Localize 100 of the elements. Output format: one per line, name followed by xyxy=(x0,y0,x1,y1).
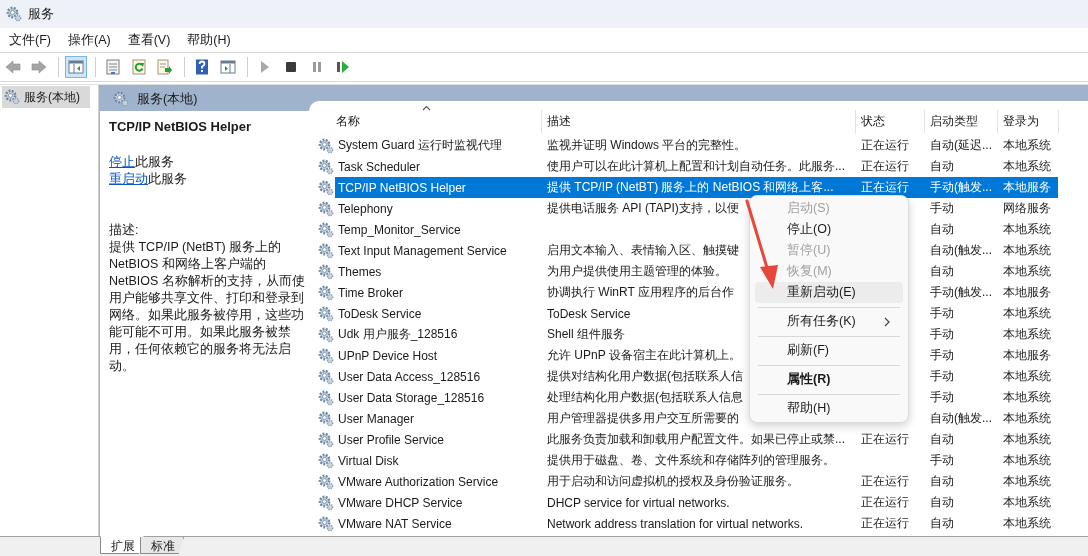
menu-item[interactable]: 停止(O) xyxy=(755,219,903,240)
service-name[interactable]: Temp_Monitor_Service xyxy=(335,219,541,240)
service-name[interactable]: Virtual Disk xyxy=(335,450,541,471)
service-name[interactable]: VMware Authorization Service xyxy=(335,471,541,492)
service-description: 使用户可以在此计算机上配置和计划自动任务。此服务... xyxy=(547,158,845,175)
tree-item[interactable]: 服务(本地) xyxy=(2,86,90,108)
startup-type: 自动 xyxy=(930,473,954,490)
service-description: 监视并证明 Windows 平台的完整性。 xyxy=(547,137,747,154)
gear-icon xyxy=(318,431,334,448)
menu-item[interactable]: 刷新(F) xyxy=(755,340,903,361)
service-name[interactable]: User Data Storage_128516 xyxy=(335,387,541,408)
service-name[interactable]: System Guard 运行时监视代理 xyxy=(335,135,541,156)
gear-icon xyxy=(318,452,334,469)
startup-type: 自动(触发... xyxy=(930,410,992,427)
menu-item[interactable]: 帮助(H) xyxy=(181,31,237,49)
service-name[interactable]: User Manager xyxy=(335,408,541,429)
service-name[interactable]: Themes xyxy=(335,261,541,282)
service-description: ToDesk Service xyxy=(547,306,631,321)
refresh-icon xyxy=(131,59,147,75)
description-text: 提供 TCP/IP (NetBT) 服务上的 NetBIOS 和网络上客户端的 NetBIOS 名称解析的支持，从而使用户能够共享文件、打印和登录到网络。如果此服务被停用，这些功能可能不可用。如果此服务被禁用，任何依赖它的服务将无法启动。 xyxy=(109,239,305,375)
gear-icon xyxy=(6,6,22,22)
service-description: 提供对结构化用户数据(包括联系人信 xyxy=(547,368,743,385)
startup-type: 自动 xyxy=(930,263,954,280)
service-name[interactable]: User Profile Service xyxy=(335,429,541,450)
startup-type: 手动 xyxy=(930,305,954,322)
service-status: 正在运行 xyxy=(861,431,909,448)
gear-icon xyxy=(318,158,334,175)
gear-icon xyxy=(318,305,334,322)
service-description: 用户管理器提供多用户交互所需要的 xyxy=(547,410,739,427)
menu-item[interactable]: 所有任务(K) xyxy=(755,311,903,332)
action-sentence: 重启动此服务 xyxy=(109,171,188,188)
menu-item[interactable]: 操作(A) xyxy=(61,31,117,49)
menu-item[interactable]: 属性(R) xyxy=(755,369,903,390)
menu-item[interactable]: 文件(F) xyxy=(3,31,57,49)
logon-account: 本地系统 xyxy=(1003,473,1051,490)
gear-icon xyxy=(318,410,334,427)
resume-icon xyxy=(335,59,351,75)
startup-type: 手动 xyxy=(930,368,954,385)
service-description: 为用户提供使用主题管理的体验。 xyxy=(547,263,727,280)
startup-type: 自动 xyxy=(930,494,954,511)
service-description: 处理结构化用户数据(包括联系人信息 xyxy=(547,389,743,406)
startup-type: 自动 xyxy=(930,221,954,238)
pane-title: 服务(本地) xyxy=(137,90,198,108)
service-name[interactable]: Task Scheduler xyxy=(335,156,541,177)
logon-account: 本地系统 xyxy=(1003,242,1051,259)
service-status: 正在运行 xyxy=(861,158,909,175)
service-status: 正在运行 xyxy=(861,515,909,532)
logon-account: 本地服务 xyxy=(1003,347,1051,364)
menu-item[interactable]: 重新启动(E) xyxy=(755,282,903,303)
action-link[interactable]: 停止 xyxy=(109,155,135,169)
gear-icon xyxy=(318,389,334,406)
service-name[interactable]: Udk 用户服务_128516 xyxy=(335,324,541,345)
service-name[interactable]: VMware DHCP Service xyxy=(335,492,541,513)
service-name[interactable]: UPnP Device Host xyxy=(335,345,541,366)
gear-icon xyxy=(318,284,334,301)
column-header[interactable]: 登录为 xyxy=(998,110,1059,133)
logon-account: 本地系统 xyxy=(1003,326,1051,343)
service-name[interactable]: Telephony xyxy=(335,198,541,219)
startup-type: 自动 xyxy=(930,158,954,175)
menu-item[interactable]: 查看(V) xyxy=(121,31,177,49)
startup-type: 自动(延迟... xyxy=(930,137,992,154)
startup-type: 手动 xyxy=(930,326,954,343)
service-name[interactable]: VMware NAT Service xyxy=(335,513,541,534)
startup-type: 手动 xyxy=(930,452,954,469)
column-header[interactable]: 状态 xyxy=(856,110,925,133)
action-link[interactable]: 重启动 xyxy=(109,172,148,186)
chevron-right-icon xyxy=(884,316,891,327)
gear-icon xyxy=(318,515,334,532)
service-name[interactable]: TCP/IP NetBIOS Helper xyxy=(335,177,541,198)
service-name[interactable]: ToDesk Service xyxy=(335,303,541,324)
service-status: 正在运行 xyxy=(861,179,909,196)
forward-arrow-icon xyxy=(31,59,47,75)
logon-account: 本地系统 xyxy=(1003,221,1051,238)
tab[interactable]: 标准 xyxy=(140,537,184,554)
logon-account: 本地系统 xyxy=(1003,158,1051,175)
logon-account: 本地系统 xyxy=(1003,515,1051,532)
gear-icon xyxy=(318,137,334,154)
service-name[interactable]: Time Broker xyxy=(335,282,541,303)
logon-account: 本地服务 xyxy=(1003,284,1051,301)
menu-item[interactable]: 帮助(H) xyxy=(755,398,903,419)
service-status: 正在运行 xyxy=(861,494,909,511)
gear-icon xyxy=(318,494,334,511)
action-sentence: 停止此服务 xyxy=(109,154,175,171)
gear-icon xyxy=(318,326,334,343)
startup-type: 手动 xyxy=(930,389,954,406)
column-header[interactable]: 启动类型 xyxy=(925,110,998,133)
service-description: 提供电话服务 API (TAPI)支持，以便 xyxy=(547,200,739,217)
column-header[interactable]: 描述 xyxy=(542,110,856,133)
logon-account: 本地系统 xyxy=(1003,368,1051,385)
service-name[interactable]: User Data Access_128516 xyxy=(335,366,541,387)
startup-type: 手动 xyxy=(930,200,954,217)
pane-toggle-icon xyxy=(68,59,84,75)
service-description: 启用文本输入、表情输入区、触摸键 xyxy=(547,242,739,259)
service-name[interactable]: Text Input Management Service xyxy=(335,240,541,261)
service-description: 允许 UPnP 设备宿主在此计算机上。 xyxy=(547,347,741,364)
logon-account: 本地系统 xyxy=(1003,494,1051,511)
column-header[interactable]: 名称 xyxy=(335,110,542,133)
tab[interactable]: 扩展 xyxy=(100,536,144,554)
service-description: 此服务负责加载和卸载用户配置文件。如果已停止或禁... xyxy=(547,431,845,448)
service-description: Network address translation for virtual networks. xyxy=(547,516,804,531)
